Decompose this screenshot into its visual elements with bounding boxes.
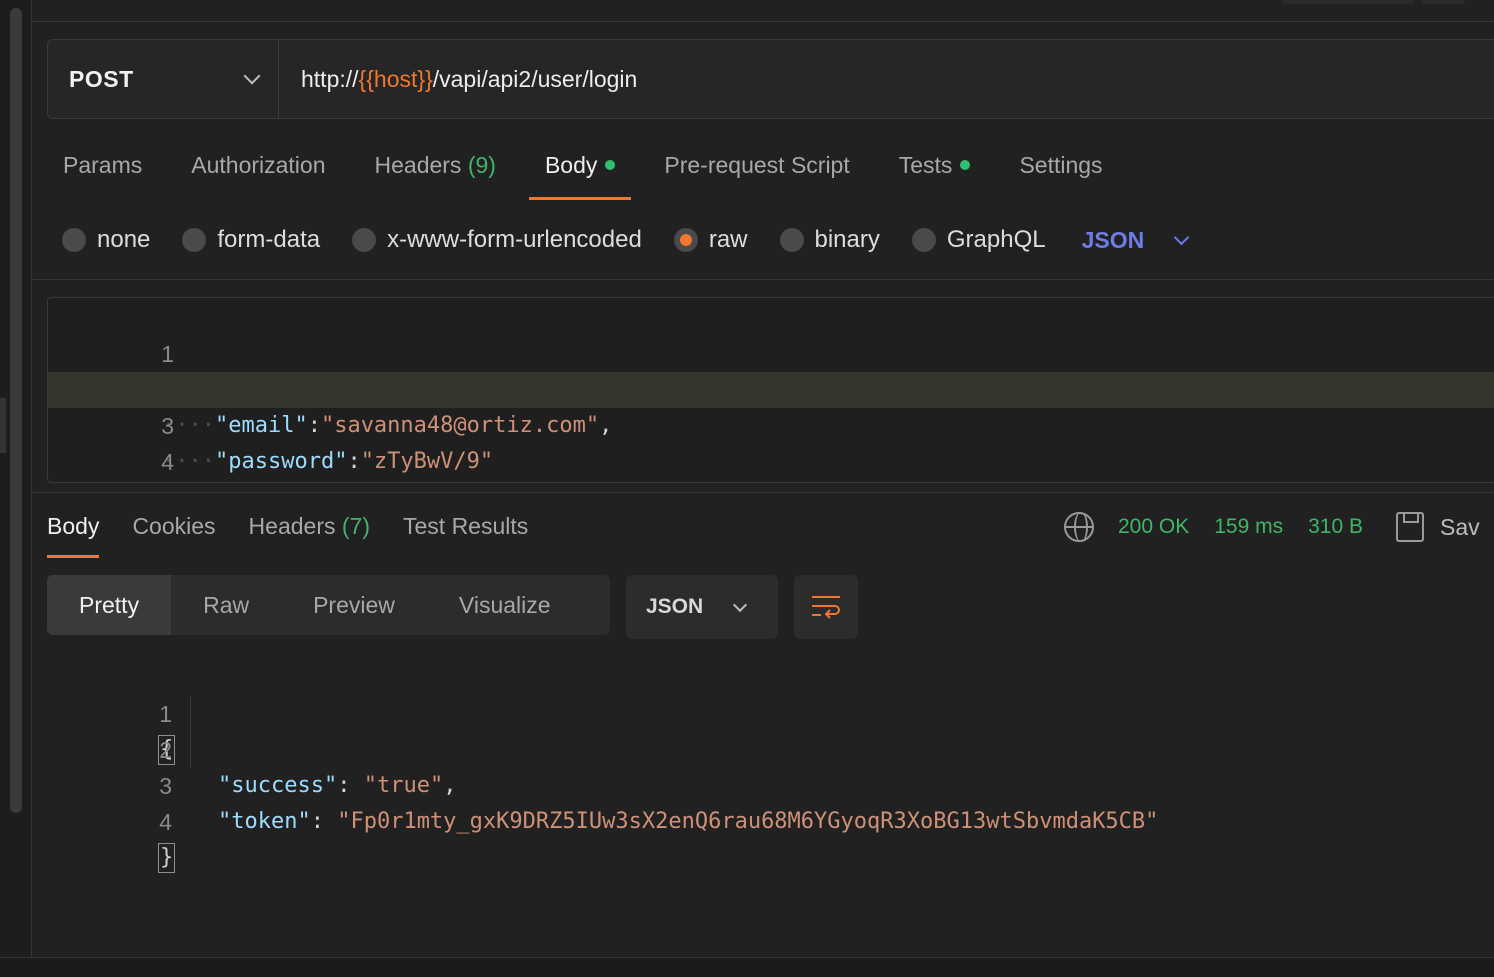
code-line: 1 { [48, 300, 1494, 405]
response-body-viewer[interactable]: 1 { 2 "success": "true", 3 "token": "Fp0… [32, 660, 1494, 873]
chevron-down-icon [1173, 229, 1190, 245]
tab-authorization[interactable]: Authorization [175, 140, 341, 200]
sidebar-resize-handle[interactable] [0, 398, 6, 453]
status-dot [605, 160, 616, 170]
body-type-options: none form-data x-www-form-urlencoded raw… [62, 220, 1190, 260]
request-tabs: Params Authorization Headers (9) Body Pr… [47, 140, 1136, 200]
response-tabs: Body Cookies Headers (7) Test Results [47, 508, 561, 558]
headers-count: (9) [467, 152, 496, 178]
response-tab-test-results[interactable]: Test Results [403, 508, 528, 558]
url-bar: POST http://{{host}}/vapi/api2/user/logi… [47, 39, 1494, 119]
json-key: "password" [214, 449, 348, 474]
radio-graphql[interactable]: GraphQL [911, 226, 1046, 254]
tab-settings[interactable]: Settings [1003, 140, 1118, 200]
radio-binary[interactable]: binary [779, 226, 880, 254]
radio-none[interactable]: none [62, 226, 150, 254]
response-format-select[interactable]: JSON [626, 575, 778, 639]
radio-x-www-form-urlencoded[interactable]: x-www-form-urlencoded [352, 226, 642, 254]
divider [32, 279, 1494, 280]
view-mode-segmented: Pretty Raw Preview Visualize [47, 575, 610, 635]
code-line: 4 } [32, 768, 1494, 873]
code-line: 1 { [32, 660, 1494, 765]
tab-body[interactable]: Body [528, 140, 632, 200]
tab-tests[interactable]: Tests [883, 140, 987, 200]
json-value: "Fp0r1mty_gxK9DRZ5IUw3sX2enQ6rau68M6YGyo… [337, 809, 1159, 834]
radio-form-data[interactable]: form-data [182, 226, 320, 254]
response-tab-headers[interactable]: Headers (7) [249, 508, 370, 558]
view-raw[interactable]: Raw [171, 575, 281, 635]
wrap-lines-button[interactable] [794, 575, 858, 639]
json-value: "zTyBwV/9" [360, 449, 494, 474]
line-number: 4 [161, 449, 174, 475]
response-meta: 200 OK 159 ms 310 B Sav [1064, 510, 1480, 544]
response-tab-body[interactable]: Body [47, 508, 100, 558]
view-pretty[interactable]: Pretty [47, 575, 172, 635]
radio-icon [182, 228, 207, 252]
response-tab-cookies[interactable]: Cookies [132, 508, 215, 558]
status-dot [960, 160, 971, 170]
response-size[interactable]: 310 B [1308, 515, 1363, 539]
left-rail [0, 0, 32, 977]
method-label: POST [69, 65, 134, 92]
status-code[interactable]: 200 OK [1118, 515, 1189, 539]
line-number: 4 [159, 809, 172, 835]
url-input[interactable]: http://{{host}}/vapi/api2/user/login [279, 40, 1494, 118]
view-visualize[interactable]: Visualize [427, 575, 583, 635]
url-prefix: http:// [301, 65, 359, 92]
top-strip [32, 0, 1494, 22]
radio-icon [911, 228, 936, 252]
code-line: 2 ····"email":"savanna48@ortiz.com", [48, 336, 1494, 438]
radio-raw[interactable]: raw [673, 226, 748, 254]
url-variable: {{host}} [358, 65, 433, 92]
chevron-down-icon [243, 67, 261, 85]
tab-headers[interactable]: Headers (9) [359, 140, 512, 200]
left-scrollbar[interactable] [10, 8, 22, 813]
globe-icon[interactable] [1064, 512, 1094, 542]
top-control[interactable] [1420, 0, 1466, 4]
headers-count: (7) [341, 513, 370, 539]
code-line-active: 3 ····"password":"zTyBwV/9" [48, 372, 1494, 474]
divider [32, 492, 1494, 493]
top-control[interactable] [1280, 0, 1416, 4]
method-select[interactable]: POST [48, 40, 279, 118]
format-label: JSON [646, 595, 704, 618]
code-line: 4 } [48, 408, 1494, 475]
request-body-editor[interactable]: 1 { 2 ····"email":"savanna48@ortiz.com",… [47, 297, 1494, 483]
chevron-down-icon [733, 597, 748, 612]
code-line: 3 "token": "Fp0r1mty_gxK9DRZ5IUw3sX2enQ6… [32, 732, 1494, 834]
status-bar [0, 957, 1494, 977]
response-time[interactable]: 159 ms [1214, 515, 1283, 539]
radio-icon [779, 228, 804, 252]
wrap-lines-icon [812, 596, 840, 619]
code-line: 2 "success": "true", [32, 696, 1494, 798]
save-icon[interactable] [1395, 512, 1424, 542]
json-key: "token" [218, 809, 311, 834]
save-response-button[interactable]: Sav [1440, 514, 1480, 541]
radio-icon [62, 228, 86, 252]
url-suffix: /vapi/api2/user/login [432, 65, 638, 92]
radio-icon [352, 228, 377, 252]
radio-selected-icon [673, 228, 698, 252]
language-select[interactable]: JSON [1082, 227, 1190, 254]
view-preview[interactable]: Preview [281, 575, 427, 635]
tab-pre-request-script[interactable]: Pre-request Script [648, 140, 865, 200]
brace-close: } [158, 843, 176, 873]
tab-params[interactable]: Params [47, 140, 158, 200]
